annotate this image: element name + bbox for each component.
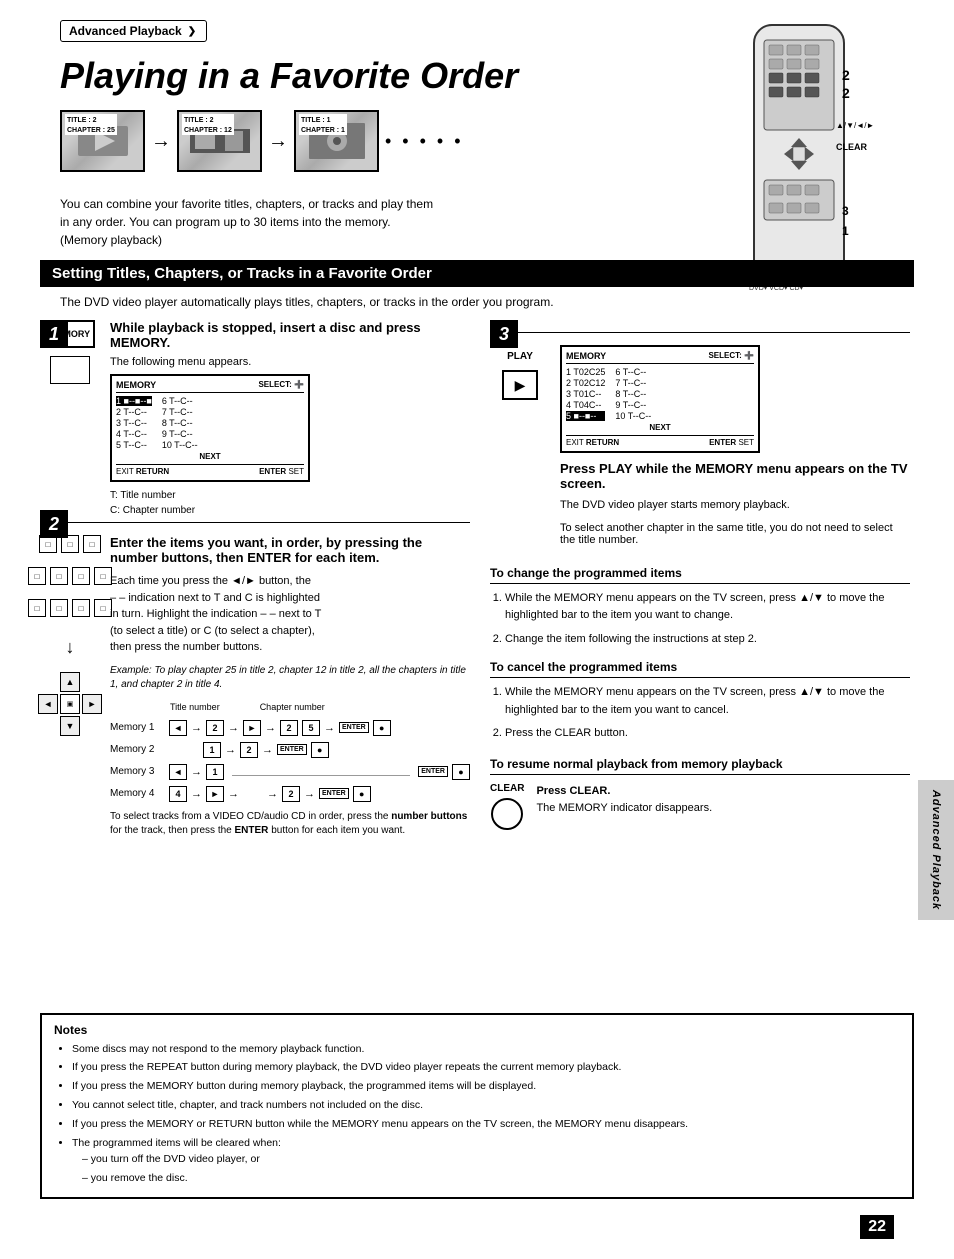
resume-text: Press CLEAR. The MEMORY indicator disapp… (536, 783, 712, 816)
memory-entry-2: Memory 2 1 → 2 → ENTER ● (110, 742, 470, 758)
clear-icon (491, 798, 523, 830)
seq-dots: • • • • • (385, 131, 464, 152)
side-tab: Advanced Playback (918, 780, 954, 920)
step3-heading: Press PLAY while the MEMORY menu appears… (560, 461, 910, 491)
step3-note: To select another chapter in the same ti… (560, 522, 910, 546)
page-number: 22 (860, 1215, 894, 1239)
step1-number: 1 (40, 320, 68, 348)
step2-body: Each time you press the ◄/► button, the … (110, 573, 470, 656)
step2-number: 2 (40, 510, 68, 538)
resume-title: To resume normal playback from memory pl… (490, 757, 910, 775)
cancel-section-title: To cancel the programmed items (490, 660, 910, 678)
svg-text:1: 1 (842, 224, 849, 238)
change-section-body: While the MEMORY menu appears on the TV … (490, 590, 910, 649)
seq-arrow-2: → (268, 130, 288, 153)
cancel-section: To cancel the programmed items While the… (490, 660, 910, 743)
step1-heading: While playback is stopped, insert a disc… (110, 320, 470, 350)
change-section: To change the programmed items While the… (490, 566, 910, 649)
svg-text:2: 2 (842, 85, 850, 101)
step2-container: 2 □ □ □ □ □ □ □ □ □ □ □ (40, 510, 470, 838)
step2-example: Example: To play chapter 25 in title 2, … (110, 664, 470, 692)
diagram-labels: Title number Chapter number (170, 702, 470, 712)
step2-down-arrow: ↓ (66, 637, 75, 658)
resume-section: To resume normal playback from memory pl… (490, 757, 910, 830)
step3-number: 3 (490, 320, 518, 348)
sequence-diagram: TITLE : 2 CHAPTER : 25 → TITLE : 2 CHAPT… (60, 110, 464, 172)
right-column: 3 PLAY ▶ MEMORY SELECT: ➕ 1 T02C25 (490, 320, 910, 830)
play-icon: ▶ (502, 370, 538, 400)
step2-icon-row3: □ □ □ □ (28, 599, 112, 617)
notes-title: Notes (54, 1023, 900, 1037)
section-header: Setting Titles, Chapters, or Tracks in a… (40, 260, 914, 287)
notes-body: Some discs may not respond to the memory… (54, 1041, 900, 1187)
memory-entries: Memory 1 ◄ → 2 → ► → 2 5 → ENTER ● (110, 720, 470, 802)
description-text: You can combine your favorite titles, ch… (60, 195, 520, 249)
breadcrumb: Advanced Playback (60, 20, 207, 42)
step2-icon-row2: □ □ □ □ (28, 567, 112, 585)
step3-body: The DVD video player starts memory playb… (560, 497, 910, 514)
notes-section: Notes Some discs may not respond to the … (40, 1013, 914, 1199)
remote-control-illustration: 2 2 CLEAR 3 1 ▲/▼/◄/► DVD▾ VCD▾ CD▾ (694, 20, 894, 300)
memory-entry-4: Memory 4 4 → ► → → 2 → ENTER ● (110, 786, 470, 802)
memory-menu-step3: MEMORY SELECT: ➕ 1 T02C25 2 T02C12 3 T01… (560, 345, 760, 453)
svg-text:3: 3 (842, 204, 849, 218)
change-section-title: To change the programmed items (490, 566, 910, 584)
sub-description: The DVD video player automatically plays… (60, 295, 894, 309)
page-title: Playing in a Favorite Order (60, 55, 518, 97)
memory-button-placeholder (50, 356, 90, 384)
svg-text:CLEAR: CLEAR (836, 142, 867, 152)
svg-text:▲/▼/◄/►: ▲/▼/◄/► (836, 121, 874, 130)
seq-item-2: TITLE : 2 CHAPTER : 12 (177, 110, 262, 172)
svg-text:2: 2 (842, 67, 850, 83)
step3-container: 3 PLAY ▶ MEMORY SELECT: ➕ 1 T02C25 (490, 332, 910, 546)
step1-following-text: The following menu appears. (110, 356, 470, 368)
cancel-section-body: While the MEMORY menu appears on the TV … (490, 684, 910, 743)
seq-item-3: TITLE : 1 CHAPTER : 1 (294, 110, 379, 172)
step1-container: 1 MEMORY While playback is stopped, inse… (40, 320, 470, 518)
step2-heading: Enter the items you want, in order, by p… (110, 535, 470, 565)
memory-entry-1: Memory 1 ◄ → 2 → ► → 2 5 → ENTER ● (110, 720, 470, 736)
clear-label: CLEAR (490, 783, 524, 794)
step3-play-label: PLAY (507, 351, 533, 362)
side-tab-text: Advanced Playback (930, 790, 942, 910)
step2-nav-buttons: ▲ ◄ ▣ ► ▼ (38, 672, 102, 736)
memory-entry-3: Memory 3 ◄ → 1 ENTER ● (110, 764, 470, 780)
memory-menu-step1: MEMORY SELECT: ➕ 1 ■--■--■ 2 T--C-- 3 T-… (110, 374, 310, 482)
seq-item-1: TITLE : 2 CHAPTER : 25 (60, 110, 145, 172)
clear-section: CLEAR (490, 783, 524, 830)
seq-arrow-1: → (151, 130, 171, 153)
tracks-note: To select tracks from a VIDEO CD/audio C… (110, 810, 470, 838)
